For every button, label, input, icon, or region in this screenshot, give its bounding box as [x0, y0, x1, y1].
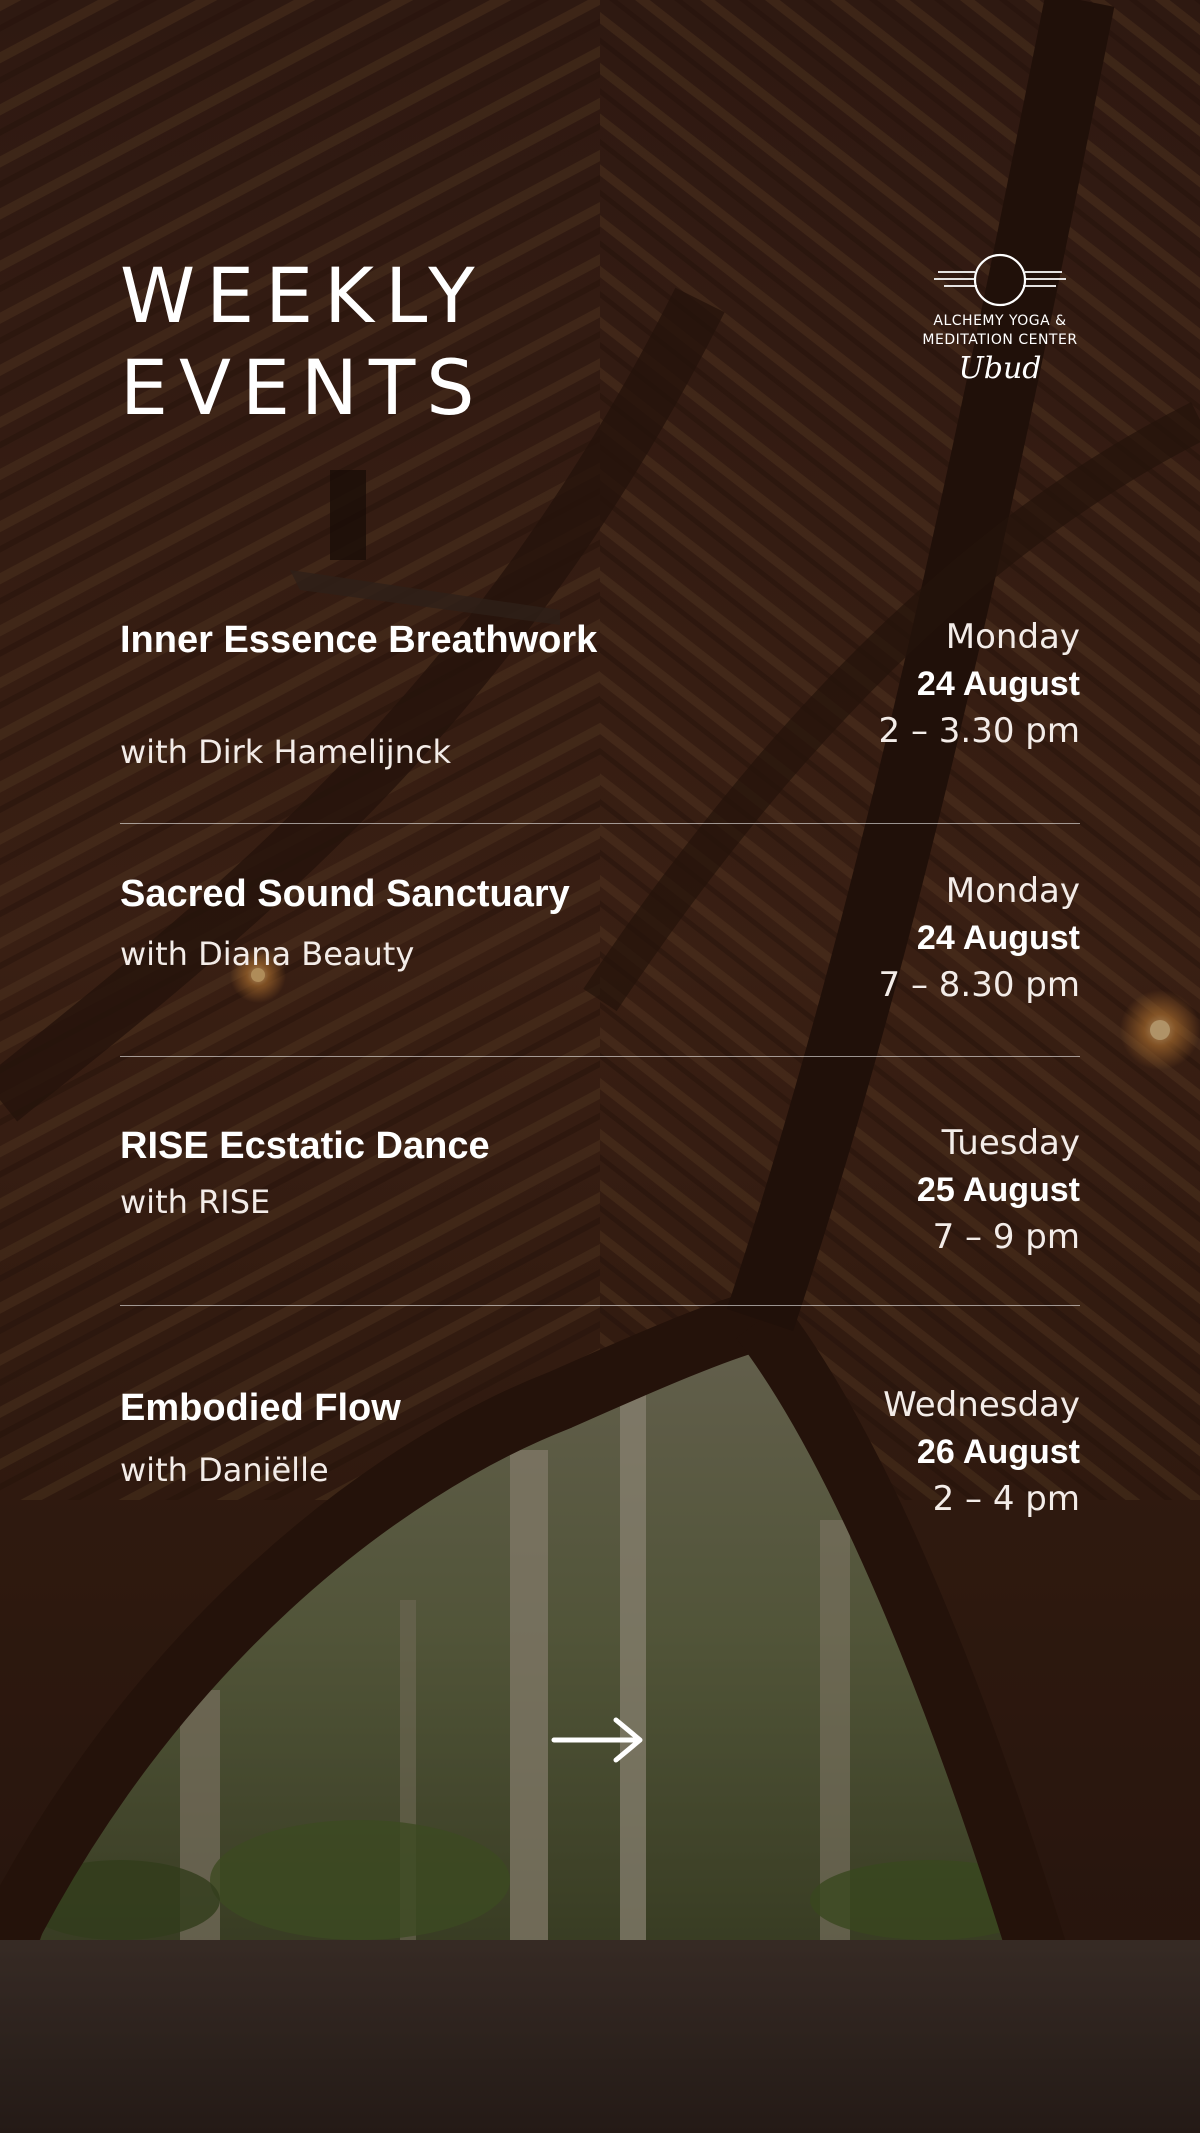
sun-horizon-logo-icon — [934, 253, 1066, 307]
event-time: 2 – 4 pm — [932, 1479, 1080, 1519]
event-time: 7 – 9 pm — [932, 1217, 1080, 1257]
event-host: with Dirk Hamelijnck — [120, 733, 452, 771]
event-date: 26 August — [916, 1433, 1080, 1471]
event-name: Sacred Sound Sanctuary — [120, 873, 570, 915]
event-date: 25 August — [916, 1171, 1080, 1209]
event-day: Tuesday — [941, 1123, 1080, 1163]
arrow-right-icon[interactable] — [548, 1712, 648, 1768]
event-name: Inner Essence Breathwork — [120, 619, 598, 661]
event-time: 7 – 8.30 pm — [878, 965, 1080, 1005]
event-host: with Diana Beauty — [120, 935, 415, 973]
event-item: Sacred Sound Sanctuary with Diana Beauty… — [120, 868, 1080, 1018]
event-host: with RISE — [120, 1183, 271, 1221]
event-name: Embodied Flow — [120, 1387, 401, 1429]
event-host: with Daniëlle — [120, 1451, 329, 1489]
title-line-1: WEEKLY — [120, 251, 486, 340]
event-schedule: Monday 24 August 2 – 3.30 pm — [879, 614, 1080, 755]
event-item: Inner Essence Breathwork with Dirk Hamel… — [120, 614, 1080, 804]
event-schedule: Tuesday 25 August 7 – 9 pm — [917, 1120, 1080, 1261]
event-schedule: Monday 24 August 7 – 8.30 pm — [879, 868, 1080, 1009]
title-line-2: EVENTS — [120, 343, 486, 432]
divider — [120, 823, 1080, 824]
event-schedule: Wednesday 26 August 2 – 4 pm — [883, 1382, 1080, 1523]
logo-line-2: MEDITATION CENTER — [922, 332, 1078, 348]
logo-script: Ubud — [958, 351, 1042, 386]
divider — [120, 1305, 1080, 1306]
event-day: Monday — [945, 617, 1080, 657]
events-poster: WEEKLY EVENTS ALCHEMY YOGA & MEDITATION … — [0, 0, 1200, 2133]
logo-line-1: ALCHEMY YOGA & — [933, 313, 1067, 329]
event-day: Wednesday — [883, 1385, 1080, 1425]
brand-logo: ALCHEMY YOGA & MEDITATION CENTER Ubud — [905, 250, 1095, 386]
event-date: 24 August — [916, 919, 1080, 957]
event-item: Embodied Flow with Daniëlle Wednesday 26… — [120, 1382, 1080, 1532]
event-date: 24 August — [916, 665, 1080, 703]
page-title: WEEKLY EVENTS — [120, 250, 486, 434]
event-name: RISE Ecstatic Dance — [120, 1125, 490, 1167]
divider — [120, 1056, 1080, 1057]
event-day: Monday — [945, 871, 1080, 911]
event-time: 2 – 3.30 pm — [878, 711, 1080, 751]
event-item: RISE Ecstatic Dance with RISE Tuesday 25… — [120, 1120, 1080, 1270]
